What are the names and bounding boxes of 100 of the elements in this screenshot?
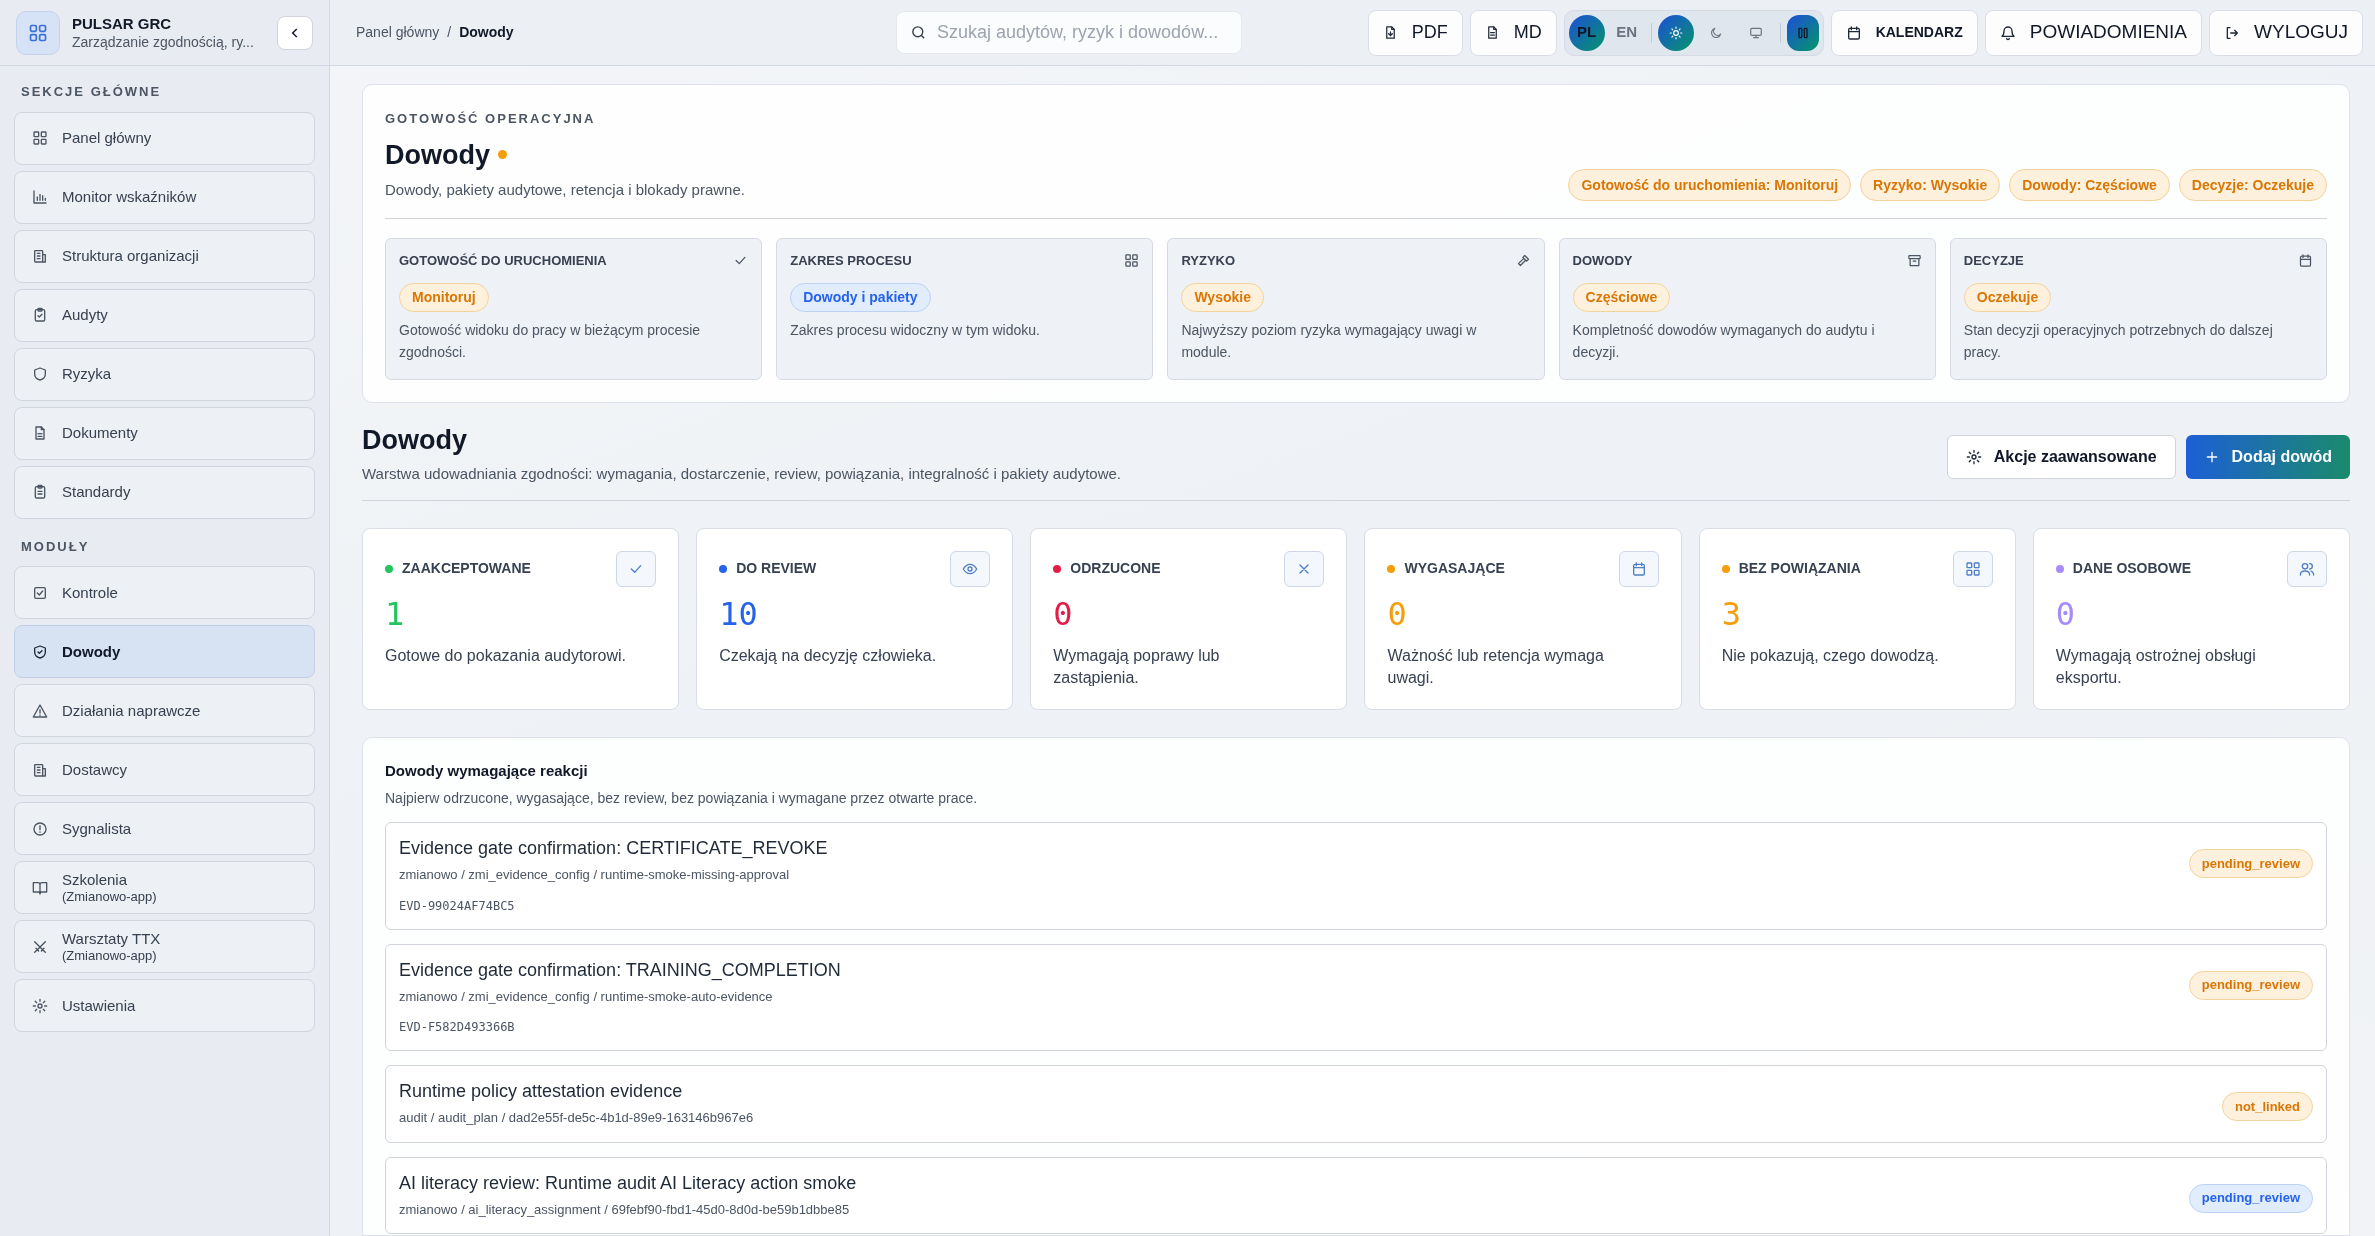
stat-description: Gotowe do pokazania audytorowi. xyxy=(385,645,628,666)
stat-icon-button[interactable] xyxy=(1284,550,1325,587)
stat-description: Ważność lub retencja wymaga uwagi. xyxy=(1387,645,1605,688)
stat-description: Nie pokazują, czego dowodzą. xyxy=(1721,645,1940,666)
grid-icon xyxy=(1124,253,1140,269)
warning-icon xyxy=(32,702,48,719)
evidence-item[interactable]: Evidence gate confirmation: TRAINING_COMPLETION zmianowo / zmi_evidence_config / runtime-smoke-auto-evidence EVD-F582D493366B pending_review xyxy=(385,943,2327,1051)
search-icon xyxy=(910,24,927,41)
search-field[interactable]: Szukaj audytów, ryzyk i dowodów... xyxy=(896,11,1242,54)
stat-icon-button[interactable] xyxy=(950,550,991,587)
status-badge: Wysokie xyxy=(1181,282,1264,312)
action-button[interactable]: Akcje zaawansowane xyxy=(1946,435,2176,479)
status-badge: pending_review xyxy=(2188,1183,2313,1213)
card-description: Zakres procesu widoczny w tym widoku. xyxy=(790,320,1041,340)
monitor-icon xyxy=(1748,25,1763,40)
breadcrumb-link[interactable]: Panel główny xyxy=(356,22,440,43)
card-title: GOTOWOŚĆ DO URUCHOMIENIA xyxy=(399,252,607,270)
evidence-item[interactable]: Evidence gate confirmation: CERTIFICATE_REVOKE zmianowo / zmi_evidence_config / runtime-smoke-missing-approval EVD-99024AF74BC5 pending_review xyxy=(385,822,2327,930)
evidence-path: zmianowo / zmi_evidence_config / runtime-smoke-missing-approval xyxy=(399,866,791,884)
evidence-item[interactable]: AI literacy review: Runtime audit AI Literacy action smoke zmianowo / ai_literacy_assignment / 69febf90-fbd1-45d0-8d0d-be59b1dbbe85 pending_review xyxy=(385,1156,2327,1234)
action-button[interactable]: Dodaj dowód xyxy=(2185,435,2350,479)
card-description: Najwyższy poziom ryzyka wymagający uwagi w module. xyxy=(1181,320,1478,362)
evidence-path: zmianowo / ai_literacy_assignment / 69febf90-fbd1-45d0-8d0d-be59b1dbbe85 xyxy=(399,1200,851,1219)
sidebar-item[interactable]: Dostawcy xyxy=(14,743,315,796)
section-label: MODUŁY xyxy=(20,537,91,556)
clipboard-check-icon xyxy=(32,307,48,323)
sidebar-item[interactable]: Ryzyka xyxy=(14,347,315,401)
crossed-swords-icon xyxy=(32,938,48,955)
document-icon xyxy=(32,425,48,441)
status-badge: Decyzje: Oczekuje xyxy=(2178,169,2327,201)
status-badge: Gotowość do uruchomienia: Monitoruj xyxy=(1568,169,1852,201)
calendar-icon xyxy=(2298,253,2313,269)
sidebar-item[interactable]: Dokumenty xyxy=(14,406,315,460)
grid-icon xyxy=(32,130,48,146)
evidence-path: zmianowo / zmi_evidence_config / runtime-smoke-auto-evidence xyxy=(399,987,774,1006)
sidebar-item[interactable]: Struktura organizacji xyxy=(14,229,315,283)
building-icon xyxy=(32,248,48,264)
logout-icon xyxy=(2224,24,2241,41)
stat-description: Wymagają ostrożnej obsługi eksportu. xyxy=(2055,645,2257,688)
card-description: Kompletność dowodów wymaganych do audytu i decyzji. xyxy=(1572,320,1876,362)
building-icon xyxy=(32,761,48,778)
bar-chart-icon xyxy=(32,189,48,205)
status-badge: Ryzyko: Wysokie xyxy=(1860,169,2001,201)
evidence-title: Evidence gate confirmation: CERTIFICATE_REVOKE xyxy=(399,837,829,859)
card-title: ZAKRES PROCESU xyxy=(790,252,912,270)
stat-icon-button[interactable] xyxy=(2287,550,2327,587)
sidebar-item[interactable]: Działania naprawcze xyxy=(14,684,315,737)
sidebar-item[interactable]: Audyty xyxy=(14,288,315,342)
export-button[interactable]: MD xyxy=(1469,9,1557,56)
shield-check-icon xyxy=(32,643,48,660)
stat-icon-button[interactable] xyxy=(1618,550,1659,587)
card-title: DECYZJE xyxy=(1963,252,2024,270)
status-badge: Dowody i pakiety xyxy=(790,282,931,312)
sidebar-item[interactable]: Ustawienia xyxy=(14,979,315,1032)
evidence-item[interactable]: Runtime policy attestation evidence audit / audit_plan / dad2e55f-de5c-4b1d-89e9-163146b967e6 not_linked xyxy=(385,1065,2327,1143)
grid-icon xyxy=(1964,560,1981,577)
sidebar-item[interactable]: Monitor wskaźników xyxy=(14,170,315,224)
app-name: PULSAR GRC xyxy=(72,14,173,33)
breadcrumb-separator: / xyxy=(447,23,452,42)
app-subtitle: Zarządzanie zgodnością, ry... xyxy=(72,33,255,51)
panel-title: Dowody xyxy=(385,138,490,171)
sidebar-item[interactable]: Kontrole xyxy=(14,566,315,619)
toolbar-button[interactable]: WYLOGUJ xyxy=(2209,9,2363,56)
section-label: GOTOWOŚĆ OPERACYJNA xyxy=(385,110,597,128)
export-button[interactable]: PDF xyxy=(1367,9,1463,56)
layout-toggle[interactable] xyxy=(1786,14,1819,51)
evidence-title: Evidence gate confirmation: TRAINING_COMPLETION xyxy=(399,958,842,981)
evidence-title: AI literacy review: Runtime audit AI Literacy action smoke xyxy=(399,1171,858,1194)
alert-icon xyxy=(32,820,48,837)
evidence-title: Runtime policy attestation evidence xyxy=(399,1080,684,1102)
stat-label: ZAAKCEPTOWANE xyxy=(402,559,531,578)
sidebar-item[interactable]: Szkolenia (Zmianowo-app) xyxy=(14,861,315,914)
sidebar-item[interactable]: Standardy xyxy=(14,465,315,519)
stat-value: 0 xyxy=(1387,594,1408,633)
calendar-icon xyxy=(1845,24,1862,41)
hammer-icon xyxy=(1515,253,1531,269)
status-badge: Dowody: Częściowe xyxy=(2009,169,2170,201)
stat-icon-button[interactable] xyxy=(1952,550,1993,587)
sidebar-item[interactable]: Panel główny xyxy=(14,111,315,165)
toolbar-button[interactable]: KALENDARZ xyxy=(1830,9,1978,56)
language-option[interactable]: EN xyxy=(1608,14,1645,51)
panel-description: Najpierw odrzucone, wygasające, bez review, bez powiązania i wymagane przez otwarte prace. xyxy=(385,789,979,808)
sidebar-item[interactable]: Dowody xyxy=(14,625,315,678)
card-description: Stan decyzji operacyjnych potrzebnych do dalszej pracy. xyxy=(1963,320,2274,362)
card-title: RYZYKO xyxy=(1181,252,1236,270)
card-title: DOWODY xyxy=(1572,252,1633,270)
stat-value: 3 xyxy=(1721,594,1742,633)
calendar-icon xyxy=(1630,560,1647,577)
sidebar-item[interactable]: Sygnalista xyxy=(14,802,315,855)
checkbox-icon xyxy=(32,584,48,601)
sidebar-item[interactable]: Warsztaty TTX (Zmianowo-app) xyxy=(14,920,315,973)
stat-value: 1 xyxy=(385,594,406,633)
evidence-code: EVD-99024AF74BC5 xyxy=(399,897,516,915)
status-badge: pending_review xyxy=(2188,970,2313,1000)
stat-label: DO REVIEW xyxy=(736,559,817,578)
theme-option[interactable] xyxy=(1657,14,1694,51)
panel-description: Dowody, pakiety audytowe, retencja i blokady prawne. xyxy=(385,179,745,200)
toolbar-button[interactable]: POWIADOMIENIA xyxy=(1984,9,2203,56)
evidence-code: EVD-F582D493366B xyxy=(399,1019,516,1036)
sun-icon xyxy=(1668,25,1683,40)
